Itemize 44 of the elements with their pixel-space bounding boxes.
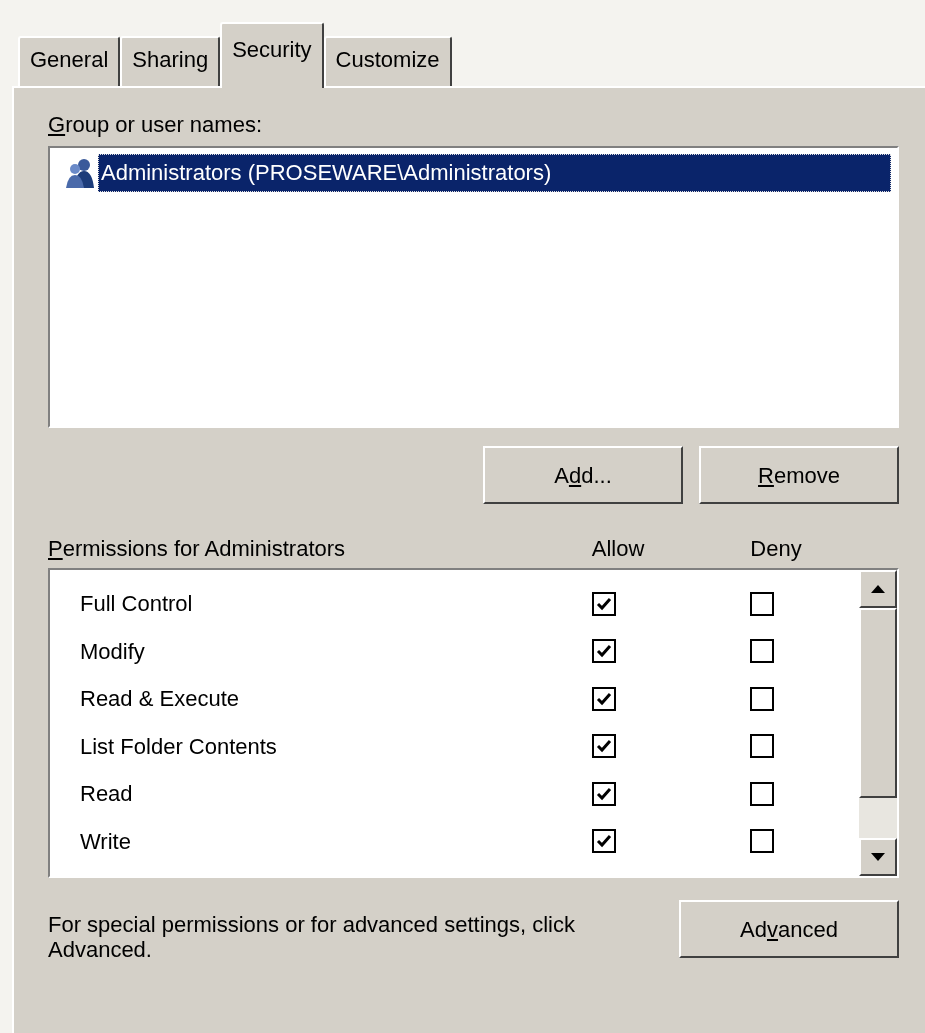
tab[interactable]: Sharing [120,36,221,86]
checkbox[interactable] [750,734,774,759]
advanced-button[interactable]: Advanced [679,900,899,958]
checkbox[interactable] [750,591,774,616]
checkbox[interactable] [592,591,616,616]
permissions-label: Permissions for Administrators [48,538,347,560]
permission-name: Write [80,827,132,856]
user-list[interactable]: Administrators (PROSEWARE\Administrators) [48,146,899,428]
permission-name: Read [80,780,134,809]
dialog-button[interactable]: Remove [699,446,899,504]
permission-name: Modify [80,637,146,666]
down-arrow-icon [871,853,885,861]
column-header: Deny [749,538,803,560]
check-icon [596,596,612,611]
check-icon [596,644,612,659]
scroll-up-button[interactable] [859,570,897,608]
checkbox[interactable] [750,686,774,711]
column-header: Allow [590,538,646,560]
checkbox[interactable] [592,639,616,664]
checkbox[interactable] [592,734,616,759]
check-icon [596,786,612,801]
checkbox[interactable] [750,829,774,854]
permission-name: Read & Execute [80,685,240,714]
tab[interactable]: Customize [323,36,452,86]
checkbox[interactable] [750,781,774,806]
user-name[interactable]: Administrators (PROSEWARE\Administrators) [98,154,891,192]
scrollbar[interactable] [859,570,897,876]
tab[interactable]: Security [220,22,324,88]
tab[interactable]: General [18,36,121,86]
check-icon [596,834,612,849]
scroll-down-button[interactable] [859,838,897,876]
permission-name: Full Control [80,590,194,619]
checkbox[interactable] [592,829,616,854]
up-arrow-icon [871,585,885,593]
check-icon [596,691,612,706]
checkbox[interactable] [592,686,616,711]
scroll-thumb[interactable] [859,608,897,798]
hint-text: For special permissions or for advanced settings, click Advanced. [48,912,576,963]
permission-name: List Folder Contents [80,732,278,761]
checkbox[interactable] [750,639,774,664]
group-label: Group or user names: [48,114,262,136]
dialog-button[interactable]: Add... [483,446,683,504]
check-icon [596,739,612,754]
checkbox[interactable] [592,781,616,806]
